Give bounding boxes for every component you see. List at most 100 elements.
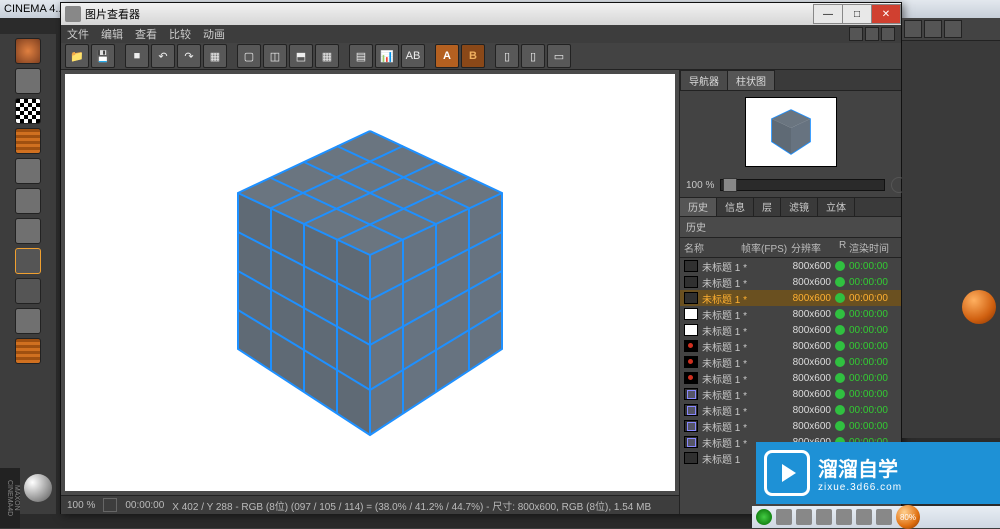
history-row[interactable]: 未标题 1 *800x60000:00:00 [680,370,901,386]
row-time: 00:00:00 [849,293,897,304]
lock-tool-icon[interactable] [15,308,41,334]
row-swatch-icon [684,372,698,384]
stop-icon[interactable]: ■ [125,44,149,68]
world-tool-icon[interactable] [15,38,41,64]
right-toolbar [902,18,1000,41]
minimize-button[interactable]: — [813,4,843,24]
quad-icon[interactable]: ▦ [315,44,339,68]
split-v-icon[interactable]: ⬒ [289,44,313,68]
tray-percent-orb[interactable]: 80% [896,505,920,529]
row-time: 00:00:00 [849,405,897,416]
col-r[interactable]: R [839,240,849,255]
history-row[interactable]: 未标题 1 *800x60000:00:00 [680,306,901,322]
history-row[interactable]: 未标题 1 *800x60000:00:00 [680,418,901,434]
b-button[interactable]: B [461,44,485,68]
cube-tool-icon[interactable] [15,68,41,94]
row-swatch-icon [684,308,698,320]
grid-tool-icon[interactable] [15,128,41,154]
c4d-tool-sphere-icon[interactable] [962,290,996,324]
split-h-icon[interactable]: ◫ [263,44,287,68]
col-res[interactable]: 分辨率 [791,240,839,255]
watermark-title: 溜溜自学 [818,453,902,482]
tray-icon[interactable] [816,509,832,525]
search-icon[interactable] [904,20,922,38]
row-time: 00:00:00 [849,277,897,288]
row-time: 00:00:00 [849,421,897,432]
prev-frame-icon[interactable]: ▯ [495,44,519,68]
row-time: 00:00:00 [849,341,897,352]
status-led-icon [835,277,845,287]
status-led-icon [835,293,845,303]
history-rows: 未标题 1 *800x60000:00:00未标题 1 *800x60000:0… [680,258,901,466]
edge-tool-icon[interactable] [15,248,41,274]
tray-shield-icon[interactable] [756,509,772,525]
tray-icon[interactable] [856,509,872,525]
tab-info[interactable]: 信息 [717,198,754,216]
col-time[interactable]: 渲染时间 [849,240,897,255]
col-fps[interactable]: 帧率(FPS) [741,240,791,255]
point-tool-icon[interactable] [15,188,41,214]
single-icon[interactable]: ▢ [237,44,261,68]
tray-icon[interactable] [796,509,812,525]
eye-icon[interactable] [944,20,962,38]
history-row[interactable]: 未标题 1 *800x60000:00:00 [680,322,901,338]
ab-icon[interactable]: AB [401,44,425,68]
render-canvas[interactable] [65,74,675,491]
expand-icon[interactable] [881,27,895,41]
axis-tool-icon[interactable] [15,278,41,304]
tab-histogram[interactable]: 柱状图 [727,70,775,90]
fit-icon[interactable]: ▦ [203,44,227,68]
tab-filter[interactable]: 滤镜 [781,198,818,216]
tab-stereo[interactable]: 立体 [818,198,855,216]
histogram-icon[interactable]: 📊 [375,44,399,68]
redo-icon[interactable]: ↷ [177,44,201,68]
undo-icon[interactable]: ↶ [151,44,175,68]
zoom-slider[interactable] [720,179,885,191]
menu-anim[interactable]: 动画 [203,26,225,42]
history-row[interactable]: 未标题 1 *800x60000:00:00 [680,258,901,274]
history-row[interactable]: 未标题 1 *800x60000:00:00 [680,338,901,354]
app-title: CINEMA 4... [4,3,65,15]
row-swatch-icon [684,436,698,448]
close-button[interactable]: ✕ [871,4,901,24]
history-row[interactable]: 未标题 1 *800x60000:00:00 [680,274,901,290]
status-led-icon [835,261,845,271]
history-row[interactable]: 未标题 1 *800x60000:00:00 [680,402,901,418]
open-icon[interactable]: 📁 [65,44,89,68]
pv-titlebar[interactable]: 图片查看器 — □ ✕ [61,3,901,25]
play-badge-icon [764,450,810,496]
save-icon[interactable]: 💾 [91,44,115,68]
menu-compare[interactable]: 比较 [169,26,191,42]
col-name[interactable]: 名称 [684,240,741,255]
checker-tool-icon[interactable] [15,98,41,124]
menu-view[interactable]: 查看 [135,26,157,42]
tab-layer[interactable]: 层 [754,198,781,216]
poly-tool-icon[interactable] [15,158,41,184]
tray-icon[interactable] [776,509,792,525]
tab-history[interactable]: 历史 [680,198,717,216]
menu-edit[interactable]: 编辑 [101,26,123,42]
face-tool-icon[interactable] [15,218,41,244]
row-res: 800x600 [783,373,831,384]
history-row[interactable]: 未标题 1 *800x60000:00:00 [680,290,901,306]
history-row[interactable]: 未标题 1 *800x60000:00:00 [680,354,901,370]
history-row[interactable]: 未标题 1 *800x60000:00:00 [680,386,901,402]
tray-icon[interactable] [836,509,852,525]
menu-file[interactable]: 文件 [67,26,89,42]
misc-tool-icon[interactable] [15,338,41,364]
maximize-button[interactable]: □ [842,4,872,24]
pin-icon[interactable] [849,27,863,41]
navigator-thumbnail[interactable] [745,97,837,167]
range-icon[interactable]: ▭ [547,44,571,68]
filter-icon[interactable]: ▤ [349,44,373,68]
dock-icon[interactable] [865,27,879,41]
play-icon[interactable] [103,498,117,512]
a-button[interactable]: A [435,44,459,68]
filter2-icon[interactable] [924,20,942,38]
row-swatch-icon [684,292,698,304]
next-frame-icon[interactable]: ▯ [521,44,545,68]
tab-navigator[interactable]: 导航器 [680,70,728,90]
material-sphere-icon[interactable] [24,474,52,502]
tray-icon[interactable] [876,509,892,525]
status-led-icon [835,389,845,399]
